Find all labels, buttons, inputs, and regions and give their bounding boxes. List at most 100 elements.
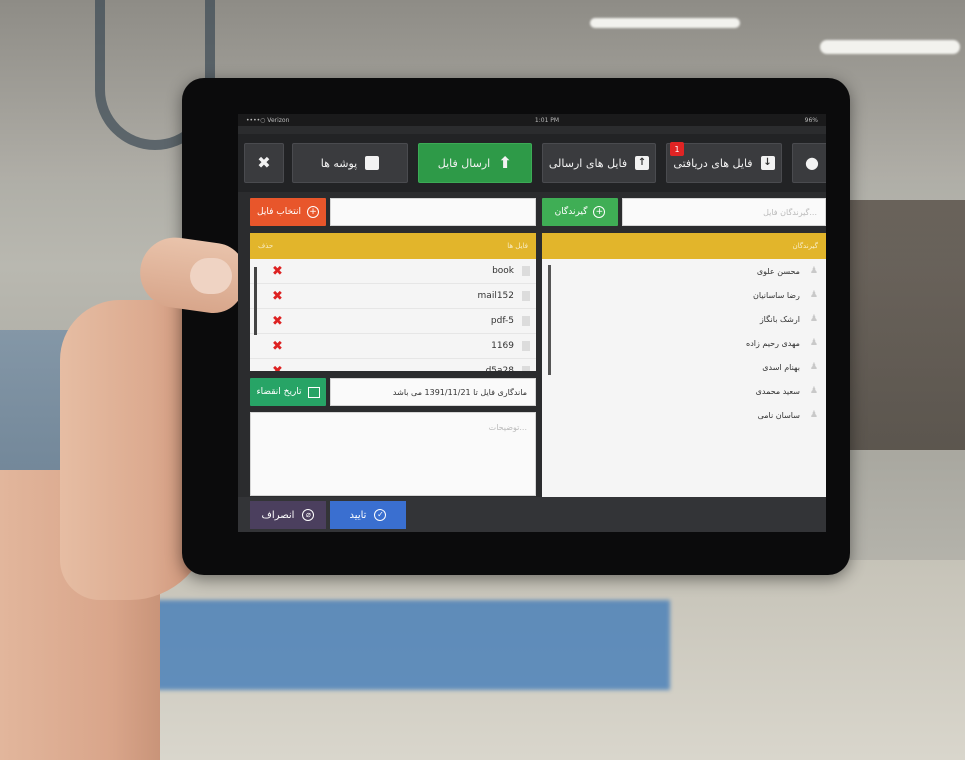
person-icon: ♟ [809, 362, 818, 372]
notes-textarea[interactable]: توضیحات... [250, 412, 536, 496]
confirm-label: تایید [349, 509, 367, 521]
upload-arrow-icon: ⬆ [498, 153, 512, 172]
plus-circle-icon: + [306, 206, 319, 218]
file-name: book [492, 266, 514, 276]
expiry-date-label: تاریخ انقضاء [256, 387, 302, 397]
action-footer: انصراف ⌀ تایید ✓ [238, 497, 826, 532]
carrier-label: ••••○ Verizon [246, 116, 290, 124]
recipient-name: رضا ساسانیان [753, 290, 800, 300]
files-panel: حذف فایل ها ✖ book ✖ mail152 ✖ pdf-5 ✖ 1… [250, 233, 536, 371]
recipient-name: ساسان نامی [757, 410, 800, 420]
cancel-button[interactable]: انصراف ⌀ [250, 501, 326, 529]
folders-label: پوشه ها [320, 156, 358, 170]
add-recipients-label: گیرندگان [554, 207, 588, 217]
recipient-row[interactable]: رضا ساسانیان ♟ [542, 283, 826, 307]
document-icon [522, 366, 530, 371]
recipient-name: محسن علوی [756, 266, 800, 276]
status-time: 1:01 PM [534, 116, 560, 124]
person-icon: ♟ [809, 314, 818, 324]
received-count-badge: 1 [670, 142, 684, 156]
profile-button[interactable]: ● [792, 143, 826, 183]
delete-x-icon[interactable]: ✖ [272, 264, 283, 279]
recipient-name: ارشک بانگاز [759, 314, 800, 324]
check-circle-icon: ✓ [374, 509, 387, 521]
file-row: ✖ book [250, 259, 536, 284]
person-icon: ♟ [809, 338, 818, 348]
delete-x-icon[interactable]: ✖ [272, 339, 283, 354]
document-icon [522, 316, 530, 326]
recipient-name: مهدی رحیم زاده [746, 338, 800, 348]
notes-placeholder: توضیحات... [488, 423, 527, 432]
file-path-input[interactable] [330, 198, 536, 226]
file-row: ✖ mail152 [250, 284, 536, 309]
recipient-name: بهنام اسدی [762, 362, 800, 372]
send-file-button[interactable]: ارسال فایل ⬆ [418, 143, 532, 183]
top-navigation: ✖ پوشه ها ارسال فایل ⬆ فایل های ارسالی ↑… [238, 134, 826, 192]
file-name: d5a28 [485, 366, 514, 371]
recipient-row[interactable]: ساسان نامی ♟ [542, 403, 826, 427]
expiry-date-button[interactable]: تاریخ انقضاء [250, 378, 326, 406]
recipients-panel: گیرندگان محسن علوی ♟ رضا ساسانیان ♟ ارشک ب… [542, 233, 826, 497]
background-machine-base [150, 600, 670, 690]
file-name: 1169 [491, 341, 514, 351]
delete-x-icon[interactable]: ✖ [272, 364, 283, 372]
battery-label: 96% [804, 116, 818, 124]
delete-x-icon[interactable]: ✖ [272, 289, 283, 304]
recipients-scrollbar[interactable] [548, 265, 551, 375]
background-shelf [850, 200, 965, 450]
background-light [590, 18, 740, 28]
folders-button[interactable]: پوشه ها [292, 143, 408, 183]
file-name: pdf-5 [490, 316, 514, 326]
user-icon: ● [805, 153, 819, 172]
file-row: ✖ pdf-5 [250, 309, 536, 334]
status-bar: ••••○ Verizon 1:01 PM 96% [238, 114, 826, 126]
expiry-info-field: ماندگاری فایل تا 1391/11/21 می باشد [330, 378, 536, 406]
files-scrollbar[interactable] [254, 267, 257, 335]
calendar-icon [307, 386, 320, 398]
person-icon: ♟ [809, 266, 818, 276]
add-recipients-button[interactable]: گیرندگان + [542, 198, 618, 226]
sent-files-button[interactable]: فایل های ارسالی ↑ [542, 143, 656, 183]
person-icon: ♟ [809, 386, 818, 396]
select-file-button[interactable]: انتخاب فایل + [250, 198, 326, 226]
file-row: ✖ d5a28 [250, 359, 536, 371]
recipients-column-header: گیرندگان [792, 242, 818, 250]
recipients-placeholder: گیرندگان فایل... [763, 207, 817, 217]
files-panel-header: حذف فایل ها [250, 233, 536, 259]
document-icon [522, 266, 530, 276]
cancel-label: انصراف [261, 509, 295, 521]
app-screen: ••••○ Verizon 1:01 PM 96% ✖ پوشه ها ارسا… [238, 114, 826, 532]
recipient-row[interactable]: محسن علوی ♟ [542, 259, 826, 283]
recipient-row[interactable]: بهنام اسدی ♟ [542, 355, 826, 379]
settings-button[interactable]: ✖ [244, 143, 284, 183]
recipient-name: سعید محمدی [755, 386, 800, 396]
files-column-header: فایل ها [507, 242, 528, 250]
cancel-circle-icon: ⌀ [302, 509, 315, 521]
recipient-row[interactable]: ارشک بانگاز ♟ [542, 307, 826, 331]
send-file-label: ارسال فایل [437, 156, 491, 170]
person-icon: ♟ [809, 410, 818, 420]
tools-icon: ✖ [257, 153, 271, 172]
file-name: mail152 [477, 291, 514, 301]
expiry-info-text: ماندگاری فایل تا 1391/11/21 می باشد [392, 387, 527, 397]
select-file-label: انتخاب فایل [257, 207, 301, 217]
document-icon [522, 341, 530, 351]
recipient-row[interactable]: مهدی رحیم زاده ♟ [542, 331, 826, 355]
received-files-label: فایل های دریافتی [673, 156, 753, 170]
document-icon [522, 291, 530, 301]
file-row: ✖ 1169 [250, 334, 536, 359]
delete-x-icon[interactable]: ✖ [272, 314, 283, 329]
recipients-panel-header: گیرندگان [542, 233, 826, 259]
thumb-nail [190, 258, 232, 294]
confirm-button[interactable]: تایید ✓ [330, 501, 406, 529]
recipients-input[interactable]: گیرندگان فایل... [622, 198, 826, 226]
sent-files-label: فایل های ارسالی [548, 156, 628, 170]
background-light [820, 40, 960, 54]
upload-box-icon: ↑ [635, 156, 650, 170]
person-icon: ♟ [809, 290, 818, 300]
folder-icon [365, 156, 380, 170]
recipient-row[interactable]: سعید محمدی ♟ [542, 379, 826, 403]
plus-circle-icon: + [593, 206, 606, 218]
download-box-icon: ↓ [760, 156, 775, 170]
delete-column-header: حذف [258, 242, 274, 250]
